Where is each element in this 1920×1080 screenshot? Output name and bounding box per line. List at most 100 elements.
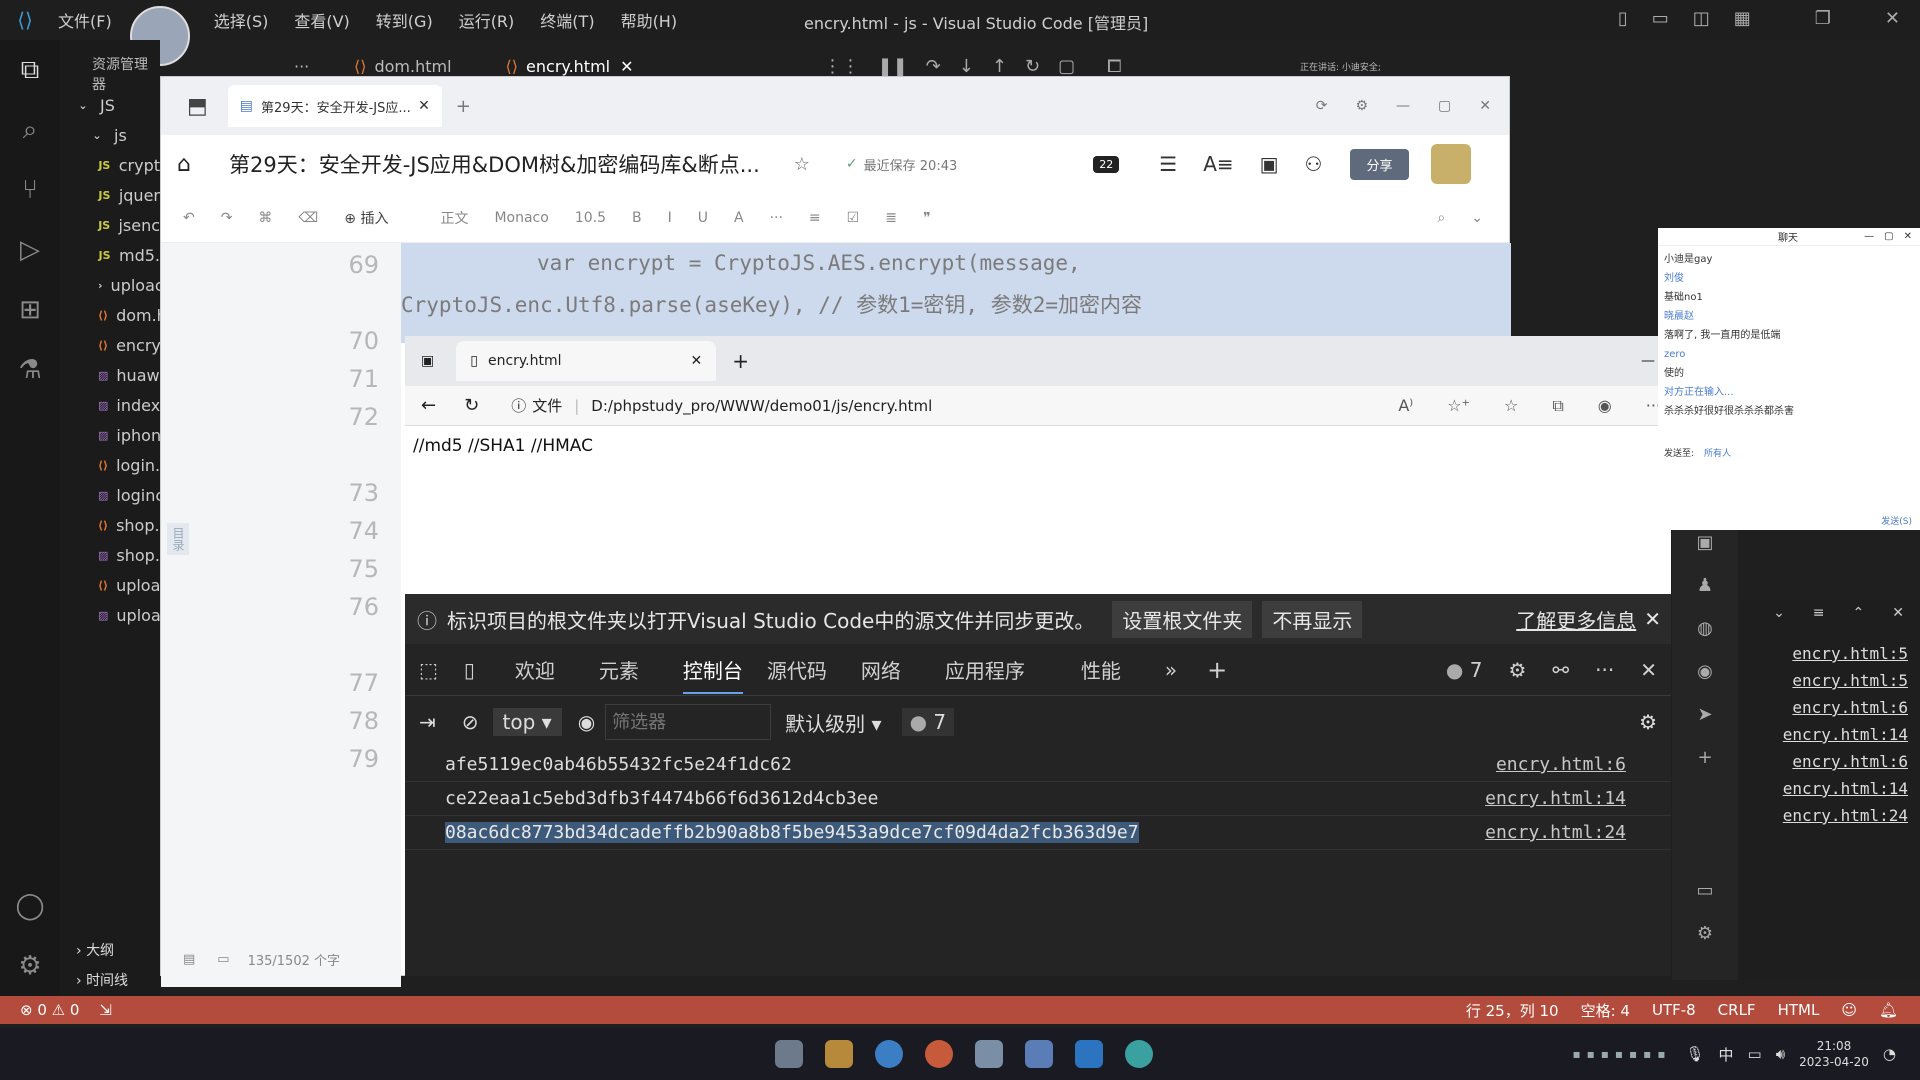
issues-badge[interactable]: ● 7 — [1446, 658, 1483, 682]
browser-minimize-icon[interactable]: — — [1641, 353, 1655, 369]
tree-item[interactable]: JS crypt — [60, 150, 160, 180]
drag-handle-icon[interactable]: ⋮⋮ — [824, 56, 860, 77]
timeline-section[interactable]: › 时间线 — [76, 970, 128, 990]
explorer-icon[interactable]: ⧉ — [0, 40, 60, 100]
doc-tab-close-icon[interactable]: ✕ — [418, 98, 430, 114]
clear-console-icon[interactable]: ⊘ — [462, 710, 479, 734]
tree-item[interactable]: ▨ iphone — [60, 420, 160, 450]
layout-sidebar-icon[interactable]: ▯ — [1618, 8, 1628, 29]
menu-selection[interactable]: 选择(S) — [214, 8, 269, 32]
star-icon[interactable]: ☆ — [794, 154, 810, 175]
add-tab-icon[interactable]: + — [1207, 656, 1227, 684]
collections-icon[interactable]: ⧉ — [1552, 396, 1563, 416]
more-icon[interactable]: ··· — [770, 210, 783, 226]
close-icon[interactable]: ✕ — [1479, 98, 1491, 114]
source-link[interactable]: encry.html:5 — [1738, 644, 1920, 671]
live-expression-icon[interactable]: ◉ — [578, 710, 595, 734]
source-link[interactable]: encry.html:5 — [1738, 671, 1920, 698]
customize-icon[interactable]: ⚯ — [1552, 658, 1569, 682]
menu-terminal[interactable]: 终端(T) — [540, 8, 594, 32]
tree-item[interactable]: ▨ uploac — [60, 600, 160, 630]
language-mode[interactable]: HTML — [1778, 1001, 1820, 1019]
back-icon[interactable]: ← — [421, 395, 436, 416]
layout-custom-icon[interactable]: ▦ — [1734, 8, 1751, 29]
sync-icon[interactable]: ⟳ — [1316, 98, 1328, 114]
context-select[interactable]: top ▾ — [492, 708, 562, 736]
chat-maximize-icon[interactable]: ▢ — [1884, 231, 1893, 242]
font-select[interactable]: Monaco — [494, 210, 548, 226]
app-icon[interactable]: ◉ — [1697, 661, 1713, 682]
url-input[interactable]: D:/phpstudy_pro/WWW/demo01/js/encry.html — [591, 397, 932, 415]
maximize-icon[interactable]: ▢ — [1438, 98, 1451, 114]
tab-network[interactable]: 网络 — [861, 655, 901, 684]
notification-center-icon[interactable]: ◔ — [1883, 1045, 1896, 1063]
tree-item[interactable]: JS jsenc — [60, 210, 160, 240]
source-link[interactable]: encry.html:6 — [1738, 752, 1920, 779]
align-icon[interactable]: ≣ — [885, 210, 897, 226]
cursor-position[interactable]: 行 25，列 10 — [1466, 1000, 1559, 1021]
browser-new-tab-icon[interactable]: + — [732, 349, 749, 373]
ime-indicator[interactable]: 中 — [1719, 1044, 1734, 1065]
font-size-icon[interactable]: A≡ — [1203, 152, 1233, 176]
tray-icons[interactable]: ▪▪▪▪▪▪▪ — [1573, 1047, 1672, 1061]
tree-item[interactable]: ▨ shop.p — [60, 540, 160, 570]
tree-item[interactable]: JS md5. — [60, 240, 160, 270]
more-tabs-icon[interactable]: » — [1165, 658, 1177, 682]
recipient-select[interactable]: 所有人 — [1704, 446, 1731, 459]
redo-icon[interactable]: ↷ — [221, 210, 233, 226]
briefcase-icon[interactable]: ▣ — [1696, 532, 1713, 553]
tab-close-icon[interactable]: ✕ — [620, 57, 633, 76]
encoding[interactable]: UTF-8 — [1652, 1001, 1696, 1019]
pause-icon[interactable]: ❚❚ — [878, 56, 908, 77]
menu-view[interactable]: 查看(V) — [294, 8, 349, 32]
inspect-icon[interactable]: ⧠ — [1107, 56, 1121, 77]
reload-icon[interactable]: ↻ — [464, 395, 479, 416]
outline-view-icon[interactable]: ▤ — [183, 952, 195, 967]
menu-run[interactable]: 运行(R) — [459, 8, 515, 32]
home-icon[interactable]: ⌂ — [177, 152, 191, 177]
add-icon[interactable]: + — [1697, 747, 1712, 768]
tree-item[interactable]: › uploac — [60, 270, 160, 300]
tab-encry-html[interactable]: ⟨⟩ encry.html ✕ — [506, 57, 634, 76]
close-panel-icon[interactable]: ✕ — [1892, 605, 1904, 621]
set-root-button[interactable]: 设置根文件夹 — [1112, 600, 1253, 638]
favorites-icon[interactable]: ☆ — [1504, 396, 1518, 415]
console-issues-badge[interactable]: ● 7 — [901, 708, 955, 736]
level-select[interactable]: 默认级别 ▾ — [785, 708, 881, 737]
restore-icon[interactable]: ❐ — [1815, 8, 1831, 29]
tree-item[interactable]: ▨ huawe — [60, 360, 160, 390]
errors-indicator[interactable]: ⊗ 0 ⚠ 0 — [20, 1001, 79, 1019]
network-icon[interactable]: ▭ — [1748, 1045, 1762, 1063]
source-link[interactable]: encry.html:14 — [1738, 779, 1920, 806]
underline-icon[interactable]: U — [698, 210, 708, 226]
source-link[interactable]: encry.html:14 — [1738, 725, 1920, 752]
menu-go[interactable]: 转到(G) — [376, 8, 433, 32]
menu-lines-icon[interactable]: ☰ — [1159, 152, 1177, 176]
present-icon[interactable]: ▣ — [1260, 152, 1279, 176]
style-select[interactable]: 正文 — [440, 208, 468, 228]
console-message-text[interactable]: afe5119ec0ab46b55432fc5e24f1dc62 — [445, 754, 792, 775]
console-source-link[interactable]: encry.html:6 — [1496, 754, 1626, 775]
browser-tab-close-icon[interactable]: ✕ — [691, 353, 703, 369]
search-icon[interactable]: ⌕ — [1437, 210, 1445, 226]
maximize-panel-icon[interactable]: ⌃ — [1853, 605, 1865, 621]
tree-item[interactable]: ⌄ js — [60, 120, 160, 150]
checkbox-icon[interactable]: ☑ — [847, 210, 860, 226]
tree-item[interactable]: ⟨⟩ encry.h — [60, 330, 160, 360]
sidebar-toggle-icon[interactable]: ⇥ — [419, 710, 436, 734]
tab-dom-html[interactable]: ⟨⟩ dom.html — [354, 57, 452, 76]
tab-sources[interactable]: 源代码 — [767, 655, 827, 684]
tab-performance[interactable]: 性能 — [1081, 655, 1121, 684]
collab-badge[interactable]: 22 — [1093, 155, 1120, 173]
console-settings-icon[interactable]: ⚙ — [1639, 710, 1657, 734]
bold-icon[interactable]: B — [632, 210, 642, 226]
line-ending[interactable]: CRLF — [1718, 1001, 1756, 1019]
italic-icon[interactable]: I — [668, 210, 672, 226]
browser-tab[interactable]: ▯ encry.html ✕ — [456, 341, 717, 381]
devtools-settings-icon[interactable]: ⚙ — [1508, 658, 1526, 682]
toc-tab[interactable]: 目录 — [167, 523, 189, 555]
tree-item[interactable]: ⌄ JS — [60, 90, 160, 120]
tree-item[interactable]: JS jquer — [60, 180, 160, 210]
list-icon[interactable]: ≡ — [1813, 605, 1825, 621]
inspect-element-icon[interactable]: ⬚ — [419, 658, 438, 682]
